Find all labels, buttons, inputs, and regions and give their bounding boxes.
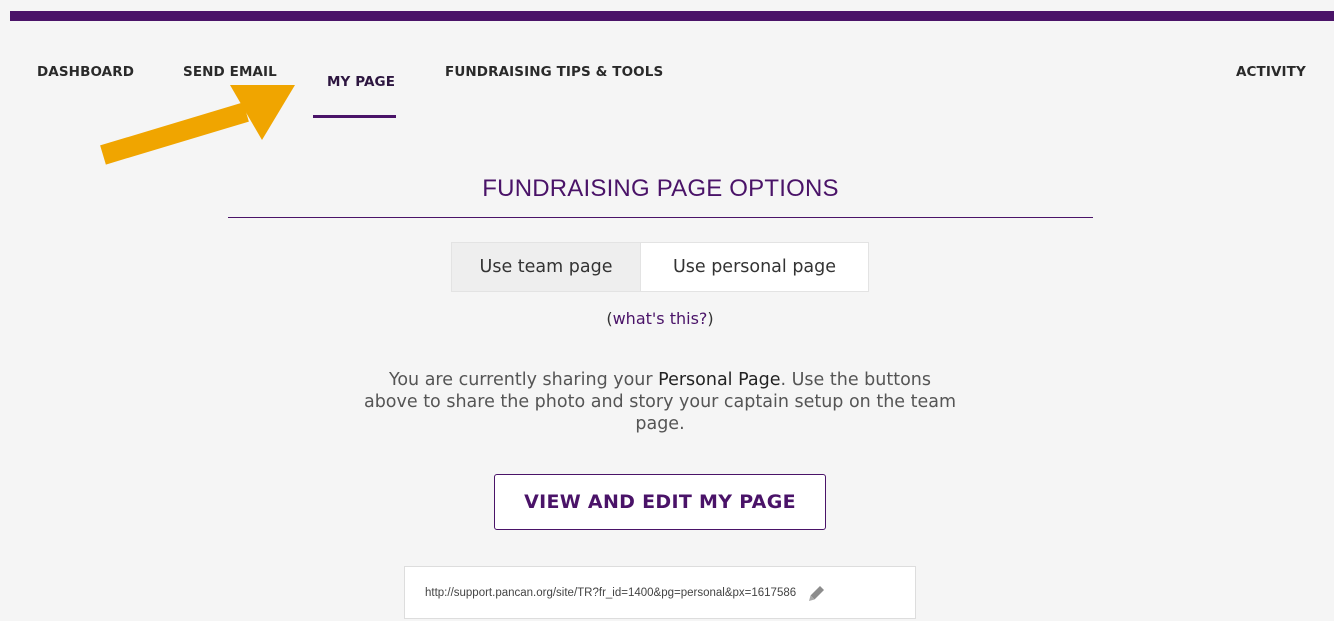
page-type-toggle: Use team page Use personal page [451, 242, 869, 292]
info-personal-page: Personal Page [658, 370, 781, 390]
use-personal-page-button[interactable]: Use personal page [641, 243, 868, 291]
use-team-page-button[interactable]: Use team page [452, 243, 641, 291]
nav-my-page[interactable]: MY PAGE [327, 74, 395, 90]
page-url-text: http://support.pancan.org/site/TR?fr_id=… [425, 586, 797, 599]
sharing-status-text: You are currently sharing your Personal … [360, 369, 960, 435]
title-divider [228, 217, 1093, 218]
nav-dashboard[interactable]: DASHBOARD [37, 64, 134, 80]
help-close-paren: ) [707, 309, 714, 328]
top-brand-bar [10, 11, 1334, 21]
arrow-annotation [100, 85, 295, 165]
whats-this-link[interactable]: what's this? [613, 309, 708, 328]
pencil-icon[interactable] [808, 584, 826, 602]
nav-fundraising-tips-tools[interactable]: FUNDRAISING TIPS & TOOLS [445, 64, 663, 80]
nav-send-email[interactable]: SEND EMAIL [183, 64, 277, 80]
nav-activity[interactable]: ACTIVITY [1236, 64, 1306, 80]
help-line: (what's this?) [0, 309, 1320, 328]
active-tab-underline [313, 115, 396, 118]
view-edit-my-page-button[interactable]: VIEW AND EDIT MY PAGE [494, 474, 826, 530]
page-title: FUNDRAISING PAGE OPTIONS [482, 175, 839, 202]
info-prefix: You are currently sharing your [388, 370, 659, 390]
page-url-field[interactable]: http://support.pancan.org/site/TR?fr_id=… [404, 566, 916, 619]
